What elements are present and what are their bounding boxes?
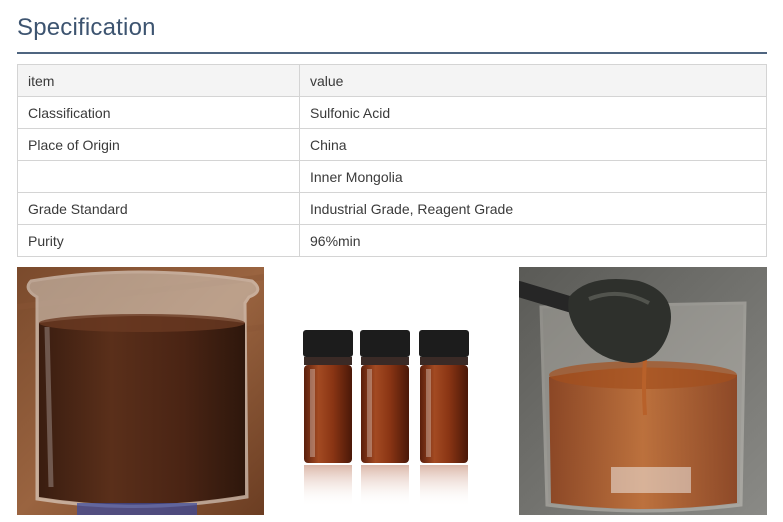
beaker-of-brown-liquid-photo — [17, 267, 264, 515]
row-value-cell: Inner Mongolia — [299, 160, 767, 193]
spatula-dripping-liquid-photo — [519, 267, 767, 515]
row-item-cell — [17, 160, 300, 193]
table-row: Grade Standard Industrial Grade, Reagent… — [17, 192, 767, 225]
column-header-value: value — [299, 64, 767, 97]
row-item-cell: Grade Standard — [17, 192, 300, 225]
row-value-cell: China — [299, 128, 767, 161]
table-row: Purity 96%min — [17, 224, 767, 257]
table-row: Inner Mongolia — [17, 160, 767, 193]
table-row: Place of Origin China — [17, 128, 767, 161]
section-title: Specification — [17, 14, 156, 41]
table-row: Classification Sulfonic Acid — [17, 96, 767, 129]
row-item-cell: Purity — [17, 224, 300, 257]
three-amber-vials-photo — [268, 267, 515, 515]
row-item-cell: Place of Origin — [17, 128, 300, 161]
table-header-row: item value — [17, 64, 767, 97]
row-value-cell: Sulfonic Acid — [299, 96, 767, 129]
row-value-cell: Industrial Grade, Reagent Grade — [299, 192, 767, 225]
specification-table: item value Classification Sulfonic Acid … — [17, 64, 767, 257]
row-value-cell: 96%min — [299, 224, 767, 257]
title-divider — [17, 52, 767, 54]
column-header-item: item — [17, 64, 300, 97]
row-item-cell: Classification — [17, 96, 300, 129]
